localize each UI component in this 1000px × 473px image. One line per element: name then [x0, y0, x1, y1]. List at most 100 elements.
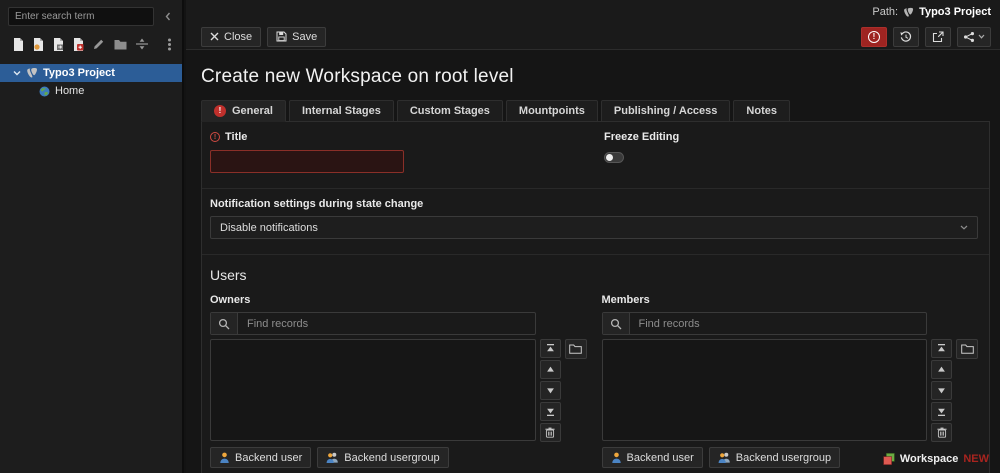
- add-user-label: Backend user: [626, 451, 694, 464]
- new-page-icon[interactable]: [13, 37, 24, 51]
- close-button-label: Close: [224, 30, 253, 43]
- notification-label: Notification settings during state chang…: [210, 198, 978, 210]
- doc-header: Close Save: [186, 24, 1000, 50]
- path-record-title: Typo3 Project: [919, 6, 991, 18]
- owners-list-controls: [539, 339, 561, 442]
- members-search-input[interactable]: [629, 313, 926, 334]
- typo3-logo-icon: [903, 7, 914, 18]
- page-tree-sidebar: Typo3 Project Home: [0, 0, 184, 473]
- move-to-top-button[interactable]: [931, 339, 952, 358]
- module-body: Create new Workspace on root level Gener…: [186, 50, 1000, 473]
- tab-label: Notes: [746, 105, 777, 117]
- share-icon: [963, 31, 975, 43]
- tab-internal-stages[interactable]: Internal Stages: [288, 100, 394, 122]
- section-users: Users Owners Find records Backend user B…: [202, 254, 989, 473]
- tree-toolbar: [0, 29, 182, 60]
- tree-more-menu-icon[interactable]: [166, 35, 172, 53]
- new-mountpoint-page-icon[interactable]: [53, 37, 64, 51]
- footer-module-label: Workspace: [899, 453, 959, 465]
- form-tabs: General Internal Stages Custom Stages Mo…: [201, 100, 990, 122]
- insert-divider-icon[interactable]: [136, 38, 148, 50]
- title-input[interactable]: [210, 150, 404, 173]
- add-backend-user-button[interactable]: Backend user: [210, 447, 312, 468]
- path-label: Path:: [872, 6, 899, 18]
- error-info-button[interactable]: [861, 26, 887, 47]
- browse-records-button[interactable]: [956, 339, 978, 359]
- new-shortcut-page-icon[interactable]: [33, 37, 44, 51]
- move-down-button[interactable]: [539, 381, 561, 400]
- page-title: Create new Workspace on root level: [201, 66, 514, 87]
- freeze-editing-label: Freeze Editing: [604, 131, 978, 143]
- add-backend-user-button[interactable]: Backend user: [601, 447, 703, 468]
- save-button-label: Save: [292, 30, 318, 43]
- sidebar-collapse-button[interactable]: [160, 8, 176, 26]
- share-dropdown-button[interactable]: [957, 26, 991, 47]
- backend-usergroup-icon: [326, 452, 339, 463]
- members-label: Members: [601, 294, 650, 306]
- tree-node-label: Home: [55, 85, 85, 97]
- edit-pencil-icon[interactable]: [93, 38, 105, 50]
- owners-search-input[interactable]: [238, 313, 535, 334]
- field-error-icon: [210, 132, 220, 142]
- tree-node-home[interactable]: Home: [0, 82, 182, 100]
- tab-custom-stages[interactable]: Custom Stages: [396, 100, 503, 122]
- new-record-icon[interactable]: [73, 37, 84, 51]
- backend-user-icon: [611, 452, 622, 463]
- members-listbox[interactable]: [601, 339, 927, 441]
- section-notification: Notification settings during state chang…: [202, 188, 989, 254]
- close-button[interactable]: Close: [201, 26, 262, 47]
- title-field-label: Title: [210, 131, 604, 143]
- tab-publishing-access[interactable]: Publishing / Access: [600, 100, 731, 122]
- freeze-editing-toggle[interactable]: [604, 152, 624, 163]
- tree-search-input[interactable]: [8, 7, 154, 26]
- remove-item-button[interactable]: [931, 423, 952, 442]
- close-icon: [210, 32, 219, 41]
- tab-mountpoints[interactable]: Mountpoints: [505, 100, 598, 122]
- move-down-button[interactable]: [931, 381, 952, 400]
- users-heading: Users: [210, 267, 247, 283]
- tree-search-row: [0, 0, 182, 29]
- owners-label: Owners: [210, 294, 251, 306]
- add-backend-usergroup-button[interactable]: Backend usergroup: [708, 447, 841, 468]
- module-footer: Workspace NEW: [883, 453, 989, 465]
- open-new-window-button[interactable]: [925, 26, 951, 47]
- tab-general[interactable]: General: [201, 100, 286, 122]
- tab-label: Publishing / Access: [613, 105, 718, 117]
- members-record-search: [601, 312, 927, 335]
- toggle-knob: [606, 154, 613, 161]
- tab-error-icon: [214, 105, 226, 117]
- save-icon: [276, 31, 287, 42]
- members-list-controls: [931, 339, 952, 442]
- tab-panel-general: Title Freeze Editing Notification settin…: [201, 121, 990, 473]
- freeze-label-text: Freeze Editing: [604, 131, 680, 143]
- backend-user-icon: [219, 452, 230, 463]
- move-to-bottom-button[interactable]: [539, 402, 561, 421]
- tab-notes[interactable]: Notes: [733, 100, 790, 122]
- notification-select[interactable]: Disable notifications: [210, 216, 978, 239]
- owners-column: Owners Find records Backend user Backend…: [210, 294, 587, 468]
- move-to-top-button[interactable]: [539, 339, 561, 358]
- move-up-button[interactable]: [931, 360, 952, 379]
- backend-usergroup-icon: [718, 452, 731, 463]
- folder-icon[interactable]: [114, 39, 127, 50]
- path-bar: Path: Typo3 Project: [186, 0, 1000, 24]
- move-to-bottom-button[interactable]: [931, 402, 952, 421]
- title-label-text: Title: [225, 131, 248, 143]
- move-up-button[interactable]: [539, 360, 561, 379]
- notification-label-text: Notification settings during state chang…: [210, 198, 424, 210]
- open-new-window-icon: [932, 30, 944, 43]
- add-backend-usergroup-button[interactable]: Backend usergroup: [317, 447, 449, 468]
- chevron-down-icon[interactable]: [13, 69, 21, 77]
- tab-label: Custom Stages: [409, 105, 490, 117]
- tab-label: Internal Stages: [301, 105, 381, 117]
- browse-records-button[interactable]: [564, 339, 587, 359]
- notification-selected-value: Disable notifications: [220, 221, 318, 234]
- owners-listbox[interactable]: [210, 339, 536, 441]
- save-button[interactable]: Save: [267, 26, 327, 47]
- tab-label: Mountpoints: [518, 105, 585, 117]
- search-icon: [211, 313, 238, 334]
- history-button[interactable]: [893, 26, 919, 47]
- remove-item-button[interactable]: [539, 423, 561, 442]
- circle-exclamation-icon: [868, 30, 880, 43]
- tree-node-root[interactable]: Typo3 Project: [0, 64, 182, 82]
